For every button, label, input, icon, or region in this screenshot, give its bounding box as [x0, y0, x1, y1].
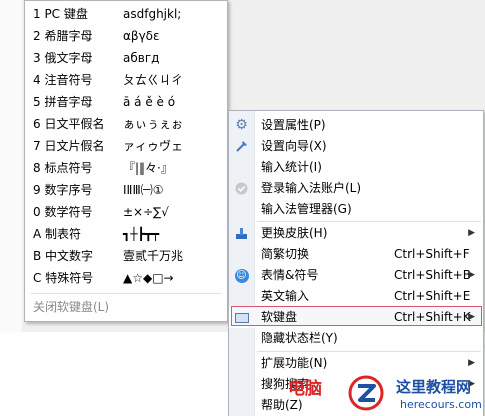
- kb-item-label: 4 注音符号: [33, 73, 93, 87]
- kb-item-table-chars[interactable]: A 制表符 ┓┼┣┳┯: [33, 223, 223, 245]
- kb-item-greek[interactable]: 2 希腊字母 αβγδε: [33, 25, 223, 47]
- gear-icon: ⚙: [235, 117, 248, 133]
- kb-item-label: A 制表符: [33, 227, 82, 241]
- keyboard-icon: [234, 310, 249, 325]
- menu-item-simp-trad[interactable]: 简繁切换 Ctrl+Shift+F: [229, 244, 483, 265]
- smile-icon: ☺: [234, 268, 249, 283]
- menu-item-label: 登录输入法账户(L): [261, 181, 362, 195]
- menu-item-extensions[interactable]: 扩展功能(N) ▶: [229, 353, 483, 374]
- kb-item-label: 5 拼音字母: [33, 95, 93, 109]
- kb-item-pinyin[interactable]: 5 拼音字母 ā á ě è ó: [33, 91, 223, 113]
- shortcut-label: Ctrl+Shift+E: [394, 289, 471, 303]
- watermark-site-title: 这里教程网: [396, 378, 472, 396]
- kb-item-sample: 『|‖々·』: [123, 161, 173, 175]
- skin-icon: [234, 226, 249, 241]
- submenu-arrow-icon: ▶: [468, 270, 475, 280]
- menu-item-login[interactable]: 登录输入法账户(L): [229, 178, 483, 199]
- menu-item-label: 英文输入: [261, 289, 310, 303]
- kb-item-sample: ぁぃぅぇぉ: [123, 117, 184, 131]
- kb-item-label: C 特殊符号: [33, 271, 94, 285]
- watermark-text: 电脑: [288, 379, 322, 399]
- kb-item-label: 1 PC 键盘: [33, 7, 88, 21]
- kb-item-hiragana[interactable]: 6 日文平假名 ぁぃぅぇぉ: [33, 113, 223, 135]
- kb-item-math[interactable]: 0 数学符号 ±×÷∑√: [33, 201, 223, 223]
- kb-item-special[interactable]: C 特殊符号 ▲☆◆□→: [33, 267, 223, 289]
- kb-item-label: B 中文数字: [33, 249, 94, 263]
- kb-item-zhuyin[interactable]: 4 注音符号 ㄆㄊㄍㄐㄔ: [33, 69, 223, 91]
- menu-item-ime-manager[interactable]: 输入法管理器(G): [229, 199, 483, 220]
- menu-separator: [257, 351, 481, 352]
- menu-item-settings[interactable]: ⚙ 设置属性(P): [229, 115, 483, 136]
- shortcut-label: Ctrl+Shift+B: [394, 268, 471, 282]
- menu-item-label: 设置向导(X): [261, 139, 327, 153]
- kb-item-label: 6 日文平假名: [33, 117, 105, 131]
- kb-item-label: 7 日文片假名: [33, 139, 105, 153]
- menu-item-emoji-symbols[interactable]: ☺ 表情&符号 Ctrl+Shift+B ▶: [229, 265, 483, 286]
- menu-item-english-input[interactable]: 英文输入 Ctrl+Shift+E: [229, 286, 483, 307]
- kb-item-sample: ㄆㄊㄍㄐㄔ: [123, 73, 184, 87]
- kb-item-pc[interactable]: 1 PC 键盘 asdfghjkl;: [33, 3, 223, 25]
- menu-item-label: 软键盘: [261, 310, 298, 324]
- shortcut-label: Ctrl+Shift+F: [394, 247, 470, 261]
- site-logo-icon: [348, 375, 384, 411]
- menu-item-wizard[interactable]: 设置向导(X): [229, 136, 483, 157]
- kb-item-label: 9 数字序号: [33, 183, 93, 197]
- kb-item-sample: 壹贰千万兆: [123, 249, 184, 263]
- kb-item-sample: ┓┼┣┳┯: [123, 227, 160, 241]
- close-soft-keyboard-item[interactable]: 关闭软键盘(L): [33, 297, 109, 317]
- kb-item-punctuation[interactable]: 8 标点符号 『|‖々·』: [33, 157, 223, 179]
- menu-item-label: 扩展功能(N): [261, 356, 328, 370]
- kb-item-sample: абвгд: [123, 51, 160, 65]
- kb-item-sample: ⅠⅡⅢ㈠①: [123, 183, 164, 197]
- kb-item-sample: asdfghjkl;: [123, 7, 182, 21]
- kb-item-sample: ▲☆◆□→: [123, 271, 174, 285]
- ime-context-menu: ⚙ 设置属性(P) 设置向导(X) 输入统计(I) 登录输入法账户(L) 输入法…: [228, 110, 484, 416]
- menu-item-soft-keyboard[interactable]: 软键盘 Ctrl+Shift+K ▶: [229, 306, 483, 328]
- kb-item-sample: αβγδε: [123, 29, 160, 43]
- submenu-arrow-icon: ▶: [468, 358, 475, 368]
- menu-item-label: 更换皮肤(H): [261, 226, 328, 240]
- menu-item-label: 输入统计(I): [261, 160, 322, 174]
- menu-separator: [257, 221, 481, 222]
- kb-item-label: 3 俄文字母: [33, 51, 93, 65]
- kb-item-label: 8 标点符号: [33, 161, 93, 175]
- menu-item-label: 表情&符号: [261, 268, 319, 282]
- soft-keyboard-submenu: 1 PC 键盘 asdfghjkl; 2 希腊字母 αβγδε 3 俄文字母 а…: [24, 0, 228, 322]
- menu-item-label: 输入法管理器(G): [261, 202, 352, 216]
- menu-item-input-stats[interactable]: 输入统计(I): [229, 157, 483, 178]
- menu-separator: [31, 293, 221, 294]
- submenu-arrow-icon: ▶: [468, 312, 475, 322]
- user-icon: [234, 181, 249, 196]
- wand-icon: [234, 139, 249, 154]
- kb-item-number-index[interactable]: 9 数字序号 ⅠⅡⅢ㈠①: [33, 179, 223, 201]
- menu-item-label: 隐藏状态栏(Y): [261, 331, 338, 345]
- kb-item-katakana[interactable]: 7 日文片假名 ァィゥヴェ: [33, 135, 223, 157]
- kb-item-sample: ā á ě è ó: [123, 95, 176, 109]
- shortcut-label: Ctrl+Shift+K: [394, 310, 471, 324]
- kb-item-label: 0 数学符号: [33, 205, 93, 219]
- kb-item-label: 2 希腊字母: [33, 29, 93, 43]
- menu-item-hide-status-bar[interactable]: 隐藏状态栏(Y): [229, 328, 483, 349]
- menu-item-label: 设置属性(P): [261, 118, 326, 132]
- watermark-site-url: herecours.com: [400, 398, 482, 411]
- kb-item-chinese-numbers[interactable]: B 中文数字 壹贰千万兆: [33, 245, 223, 267]
- kb-item-sample: ァィゥヴェ: [123, 139, 184, 153]
- submenu-arrow-icon: ▶: [468, 228, 475, 238]
- kb-item-russian[interactable]: 3 俄文字母 абвгд: [33, 47, 223, 69]
- kb-item-sample: ±×÷∑√: [123, 205, 169, 219]
- menu-item-change-skin[interactable]: 更换皮肤(H) ▶: [229, 223, 483, 244]
- menu-item-label: 简繁切换: [261, 247, 310, 261]
